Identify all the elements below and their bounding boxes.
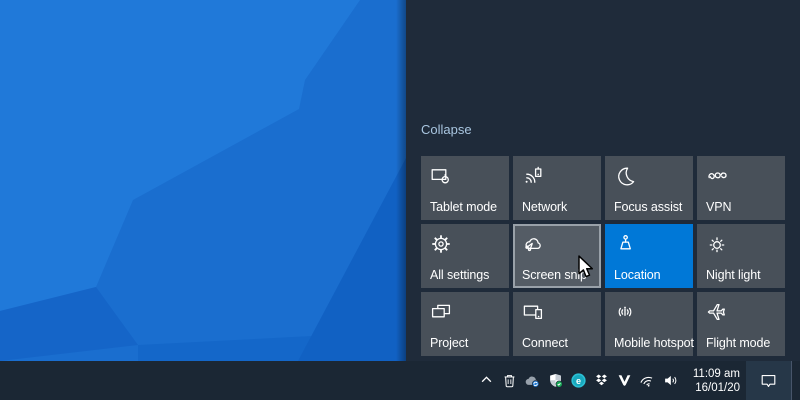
recycle-bin-icon [500,371,519,390]
tile-label: Flight mode [706,336,770,350]
show-hidden-icons-button[interactable] [475,361,498,400]
flight-mode-icon [705,300,729,324]
eset-tray-item[interactable]: e [567,361,590,400]
onedrive-tray-item[interactable] [521,361,544,400]
tile-label: All settings [430,268,489,282]
wallpaper-art [0,0,406,361]
taskbar-clock[interactable]: 11:09 am 16/01/20 [682,367,746,395]
focus-assist-icon [613,164,637,188]
tile-mobile-hotspot[interactable]: Mobile hotspot [605,292,693,356]
clock-date: 16/01/20 [686,381,740,395]
screen-snip-icon [521,232,545,256]
tile-label: Night light [706,268,761,282]
collapse-link[interactable]: Collapse [421,122,472,137]
connect-icon [521,300,545,324]
location-icon [613,232,637,256]
vpn-icon [705,164,729,188]
notification-bubble-icon [758,370,779,391]
tile-label: Screen snip [522,268,587,282]
show-desktop-strip[interactable] [791,361,800,400]
tile-label: Mobile hotspot [614,336,694,350]
tile-label: Focus assist [614,200,682,214]
onedrive-sync-icon [523,371,542,390]
dropbox-icon [592,371,611,390]
taskbar: e [0,361,800,400]
tile-project[interactable]: Project [421,292,509,356]
tile-location[interactable]: Location [605,224,693,288]
tile-flight-mode[interactable]: Flight mode [697,292,785,356]
tile-night-light[interactable]: Night light [697,224,785,288]
tile-label: Network [522,200,567,214]
action-center-panel: Collapse Tablet mode Network Focus assis… [406,0,800,361]
windows-security-shield-icon [546,371,565,390]
night-light-icon [705,232,729,256]
tile-screen-snip[interactable]: Screen snip [513,224,601,288]
mobile-hotspot-icon [613,300,637,324]
tile-tablet-mode[interactable]: Tablet mode [421,156,509,220]
action-center-button[interactable] [746,361,791,400]
tile-all-settings[interactable]: All settings [421,224,509,288]
windows-desktop-screenshot: Collapse Tablet mode Network Focus assis… [0,0,800,400]
volume-tray-item[interactable] [659,361,682,400]
tile-label: Tablet mode [430,200,497,214]
tile-label: Connect [522,336,568,350]
system-tray: e [475,361,800,400]
volume-icon [661,371,680,390]
dropbox-tray-item[interactable] [590,361,613,400]
network-tray-item[interactable] [636,361,659,400]
vivaldi-tray-item[interactable] [613,361,636,400]
project-icon [429,300,453,324]
tile-label: VPN [706,200,731,214]
vivaldi-v-icon [615,371,634,390]
chevron-up-icon [477,371,496,390]
tile-connect[interactable]: Connect [513,292,601,356]
tablet-mode-icon [429,164,453,188]
network-icon [521,164,545,188]
wifi-icon [638,371,657,390]
svg-text:e: e [576,376,581,386]
all-settings-icon [429,232,453,256]
panel-edge-shadow [396,0,406,361]
quick-actions-grid: Tablet mode Network Focus assist VPN All… [421,156,785,356]
tile-focus-assist[interactable]: Focus assist [605,156,693,220]
tile-label: Project [430,336,468,350]
desktop-wallpaper [0,0,406,361]
recycle-bin-tray-item[interactable] [498,361,521,400]
windows-security-tray-item[interactable] [544,361,567,400]
tile-vpn[interactable]: VPN [697,156,785,220]
tile-network[interactable]: Network [513,156,601,220]
eset-antivirus-icon: e [569,371,588,390]
tile-label: Location [614,268,660,282]
clock-time: 11:09 am [686,367,740,381]
